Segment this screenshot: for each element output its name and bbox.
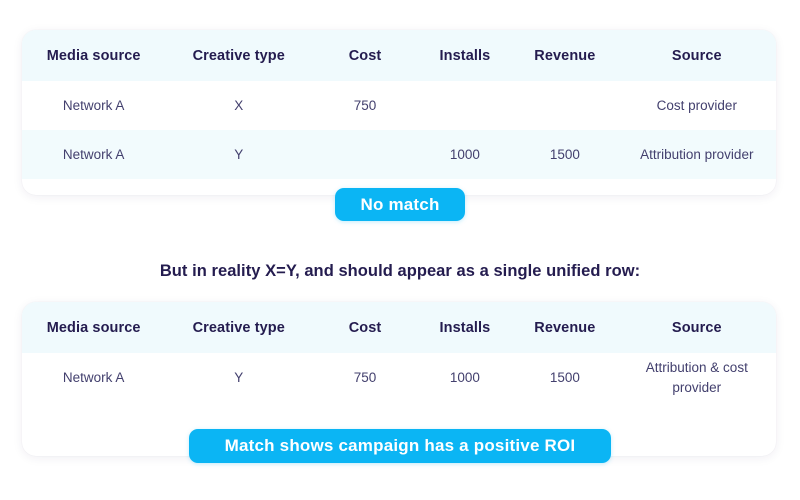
unmatched-table-body: Network A X 750 Cost provider Network A … — [22, 81, 776, 179]
status-badge-no-match: No match — [335, 188, 465, 221]
column-header-installs: Installs — [418, 30, 512, 81]
column-header-media-source-label: Media source — [46, 47, 141, 64]
column-header-source: Source — [618, 302, 776, 353]
column-header-cost: Cost — [312, 302, 418, 353]
cell-creative-type: Y — [165, 130, 312, 179]
column-header-source-label: Source — [671, 319, 722, 336]
cell-media-source-value: Network A — [62, 146, 125, 162]
column-header-creative-type: Creative type — [165, 30, 312, 81]
cell-creative-type-value: X — [234, 97, 244, 113]
column-header-creative-type-label: Creative type — [192, 47, 285, 64]
cell-revenue-value: 1500 — [549, 146, 580, 162]
cell-media-source-value: Network A — [62, 97, 125, 113]
column-header-media-source: Media source — [22, 302, 165, 353]
table-row: Network A Y 1000 1500 Attribution provid… — [22, 130, 776, 179]
cell-creative-type-value: Y — [234, 146, 244, 162]
cell-revenue: 1500 — [512, 353, 618, 402]
column-header-installs-label: Installs — [439, 47, 491, 64]
column-header-revenue: Revenue — [512, 30, 618, 81]
column-header-cost-label: Cost — [348, 319, 382, 336]
cell-installs: 1000 — [418, 130, 512, 179]
cell-creative-type: X — [165, 81, 312, 130]
column-header-revenue-label: Revenue — [534, 319, 596, 336]
column-header-revenue: Revenue — [512, 302, 618, 353]
cell-media-source: Network A — [22, 353, 165, 402]
cell-cost-value: 750 — [353, 369, 377, 385]
cell-media-source: Network A — [22, 130, 165, 179]
cell-revenue — [512, 81, 618, 130]
cell-media-source: Network A — [22, 81, 165, 130]
cell-revenue-value: 1500 — [549, 369, 580, 385]
cell-installs: 1000 — [418, 353, 512, 402]
table-row: Network A Y 750 1000 1500 Attribution & … — [22, 353, 776, 402]
cell-creative-type: Y — [165, 353, 312, 402]
table-header-row: Media source Creative type Cost Installs… — [22, 30, 776, 81]
column-header-installs: Installs — [418, 302, 512, 353]
cell-cost: 750 — [312, 81, 418, 130]
cell-revenue: 1500 — [512, 130, 618, 179]
cell-cost-value: 750 — [353, 97, 377, 113]
column-header-media-source: Media source — [22, 30, 165, 81]
column-header-creative-type-label: Creative type — [192, 319, 285, 336]
unmatched-table-header: Media source Creative type Cost Installs… — [22, 30, 776, 81]
column-header-revenue-label: Revenue — [534, 47, 596, 64]
unified-table: Media source Creative type Cost Installs… — [22, 302, 776, 402]
cell-source-value: Attribution provider — [640, 146, 754, 162]
column-header-cost-label: Cost — [348, 47, 382, 64]
column-header-media-source-label: Media source — [46, 319, 141, 336]
status-badge-no-match-label: No match — [360, 194, 440, 214]
table-header-row: Media source Creative type Cost Installs… — [22, 302, 776, 353]
column-header-cost: Cost — [312, 30, 418, 81]
cell-source-value: Cost provider — [656, 97, 737, 113]
cell-source: Cost provider — [618, 81, 776, 130]
status-badge-match-roi-label: Match shows campaign has a positive ROI — [224, 436, 576, 455]
cell-installs — [418, 81, 512, 130]
cell-creative-type-value: Y — [234, 369, 244, 385]
column-header-installs-label: Installs — [439, 319, 491, 336]
cell-installs-value: 1000 — [449, 369, 480, 385]
table-row: Network A X 750 Cost provider — [22, 81, 776, 130]
column-header-source-label: Source — [671, 47, 722, 64]
status-badge-match-roi: Match shows campaign has a positive ROI — [189, 429, 611, 463]
unmatched-table: Media source Creative type Cost Installs… — [22, 30, 776, 179]
unmatched-table-card: Media source Creative type Cost Installs… — [22, 30, 776, 195]
cell-source: Attribution & cost provider — [618, 353, 776, 402]
cell-installs-value: 1000 — [449, 146, 480, 162]
cell-cost — [312, 130, 418, 179]
unified-table-header: Media source Creative type Cost Installs… — [22, 302, 776, 353]
column-header-creative-type: Creative type — [165, 302, 312, 353]
page-root: Media source Creative type Cost Installs… — [0, 0, 800, 500]
cell-media-source-value: Network A — [62, 369, 125, 385]
cell-source-value: Attribution & cost provider — [645, 359, 748, 395]
caption-text: But in reality X=Y, and should appear as… — [159, 262, 641, 280]
cell-source: Attribution provider — [618, 130, 776, 179]
column-header-source: Source — [618, 30, 776, 81]
unified-table-body: Network A Y 750 1000 1500 Attribution & … — [22, 353, 776, 402]
cell-cost: 750 — [312, 353, 418, 402]
